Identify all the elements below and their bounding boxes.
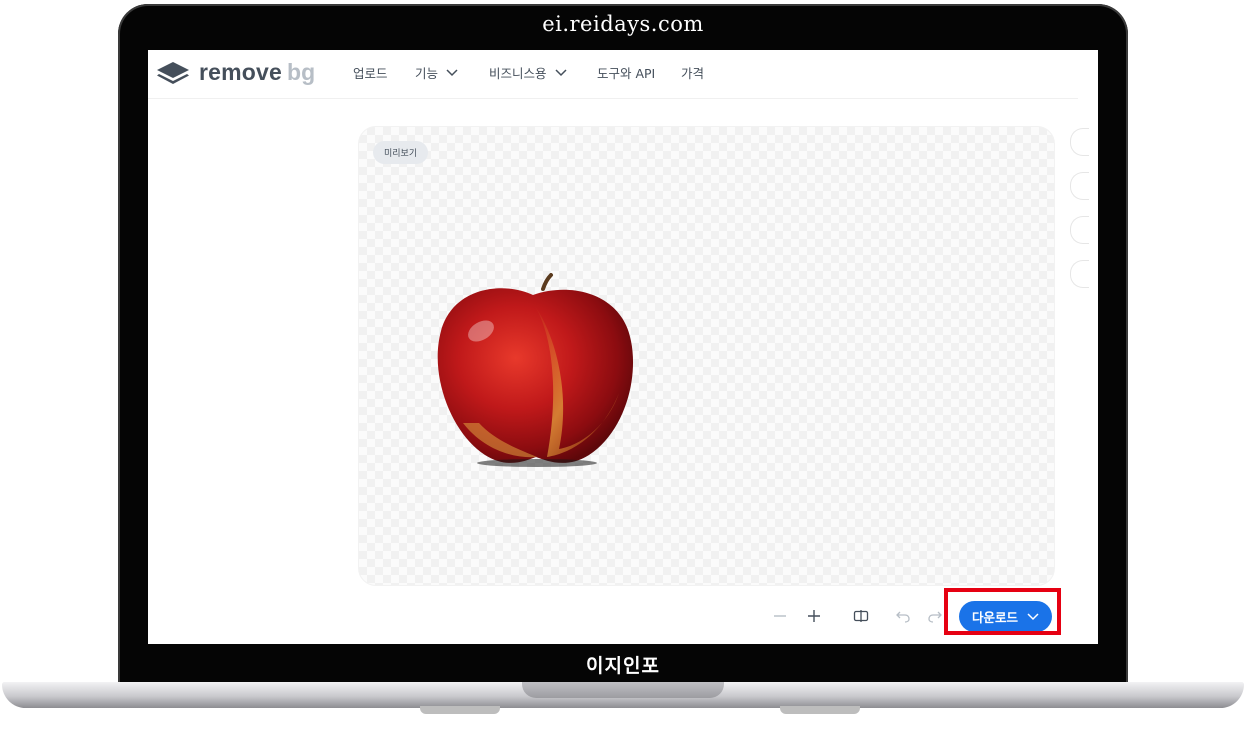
compare-button[interactable] [849,604,873,628]
watermark-bottom: 이지인포 [586,655,660,677]
nav-item-business[interactable]: 비즈니스용 [489,63,567,82]
zoom-out-button[interactable] [768,604,792,628]
nav-item-pricing[interactable]: 가격 [681,63,704,82]
nav-item-upload[interactable]: 업로드 [353,63,388,82]
minus-icon [774,615,786,617]
nav-item-label: 기능 [415,66,439,81]
laptop-notch [522,682,724,698]
undo-icon [896,611,910,623]
nav-item-features[interactable]: 기능 [415,63,458,82]
laptop-foot-right [780,706,860,714]
plus-icon [808,610,820,622]
watermark-top: ei.reidays.com [542,12,704,36]
nav-item-tools-api[interactable]: 도구와 API [597,63,655,82]
preview-tag: 미리보기 [373,141,429,164]
undo-button[interactable] [891,604,915,628]
chevron-down-icon [446,68,458,76]
navbar: remove bg 업로드 기능 비즈니스용 도구와 API 가격 [148,50,1078,99]
nav-item-label: 도구와 API [597,66,656,81]
layers-logo-icon [157,61,189,84]
logo-text-bg: bg [287,59,316,85]
nav-item-label: 비즈니스용 [489,66,547,81]
nav-item-label: 가격 [681,66,705,81]
compare-icon [853,610,869,622]
redo-icon [928,611,942,623]
logo-text-remove: remove [199,59,283,85]
apple-image [437,273,634,467]
chevron-down-icon [554,68,567,76]
nav-item-label: 업로드 [353,66,388,81]
thumbnail-item[interactable] [1070,260,1089,288]
laptop-foot-left [420,706,500,714]
browser-screen: remove bg 업로드 기능 비즈니스용 도구와 API 가격 미리보기 다… [148,50,1098,644]
preview-panel: 미리보기 [358,126,1055,586]
thumbnail-item[interactable] [1070,216,1089,244]
logo[interactable]: remove bg [156,59,315,86]
side-thumbnails [1070,128,1098,304]
zoom-in-button[interactable] [802,604,826,628]
thumbnail-item[interactable] [1070,172,1089,200]
highlight-annotation [944,588,1061,635]
thumbnail-item[interactable] [1070,128,1089,156]
